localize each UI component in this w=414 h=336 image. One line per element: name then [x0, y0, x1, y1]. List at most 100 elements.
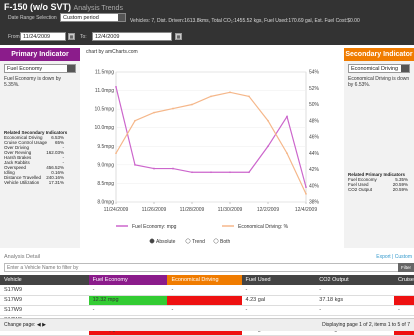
data-point — [191, 103, 193, 106]
view-trend-label: Trend — [192, 239, 205, 245]
data-point — [115, 152, 117, 155]
x-tick-label: 11/30/2009 — [218, 207, 243, 213]
column-header[interactable]: Fuel Used — [241, 275, 316, 285]
column-header[interactable]: Vehicle — [0, 275, 89, 285]
from-date-input[interactable]: 11/24/2009 — [20, 32, 66, 41]
primary-indicator-panel: Primary Indicator Fuel Economy Fuel Econ… — [0, 48, 80, 248]
y-right-tick-label: 54% — [309, 70, 320, 76]
data-point — [267, 145, 269, 148]
related-indicator-row: CO2 Output 20.59% — [348, 187, 408, 192]
secondary-indicator-panel: Secondary Indicator Economical Driving E… — [344, 48, 414, 248]
date-range-value: Custom period — [63, 15, 99, 21]
legend-label: Economical Driving: % — [238, 224, 289, 230]
table-row[interactable]: S17W9 12.32 mpg 4.23 gal 37.18 kgs — [0, 295, 414, 306]
data-point — [134, 163, 136, 166]
x-tick-label: 11/26/2009 — [142, 207, 167, 213]
data-point — [248, 95, 250, 98]
primary-indicator-select[interactable]: Fuel Economy — [4, 64, 76, 73]
date-range-label: Date Range Selection — [8, 15, 57, 21]
data-point — [172, 167, 174, 170]
export-custom-links[interactable]: Export | Custom — [376, 254, 412, 260]
data-point — [286, 152, 288, 155]
y-right-tick-label: 48% — [309, 118, 320, 124]
related-indicator-name: CO2 Output — [348, 187, 373, 192]
column-header[interactable]: CO2 Output — [315, 275, 395, 285]
table-cell: - — [88, 285, 168, 296]
table-cell: 12.32 mpg — [88, 295, 168, 306]
calendar-icon[interactable]: ▦ — [68, 33, 75, 40]
prev-page-button[interactable]: ◀ — [37, 322, 41, 328]
y-right-tick-label: 38% — [309, 200, 320, 206]
related-indicator-name: Vehicle Utilization — [4, 180, 40, 185]
to-date-input[interactable]: 12/4/2009 — [92, 32, 172, 41]
primary-indicator-value: Fuel Economy — [7, 66, 43, 72]
chart-credit: chart by amCharts.com — [86, 49, 138, 55]
data-point — [286, 115, 288, 118]
y-right-tick-label: 42% — [309, 167, 320, 173]
view-absolute-radio[interactable] — [149, 238, 155, 244]
y-right-tick-label: 46% — [309, 135, 320, 141]
y-left-tick-label: 8.0mpg — [97, 200, 114, 206]
table-header-row: Vehicle Fuel Economy Economical Driving Fue… — [0, 275, 414, 285]
table-cell: - — [88, 305, 168, 316]
filter-button[interactable]: Filter — [398, 263, 414, 272]
secondary-indicator-select[interactable]: Economical Driving — [348, 64, 410, 73]
table-cell — [167, 295, 242, 306]
view-both-label: Both — [220, 239, 231, 245]
y-left-tick-label: 9.0mpg — [97, 162, 114, 168]
related-secondary-list: Related Secondary Indicators Economical … — [4, 130, 67, 185]
secondary-indicator-header: Secondary Indicator — [344, 48, 414, 61]
table-cell: - — [167, 305, 242, 316]
table-cell: S17W9 — [0, 285, 89, 296]
column-header[interactable]: Cruise — [394, 275, 414, 285]
y-left-tick-label: 10.5mpg — [95, 107, 115, 113]
table-cell — [394, 295, 414, 306]
data-point — [210, 95, 212, 98]
data-point — [153, 111, 155, 114]
x-tick-label: 11/28/2009 — [180, 207, 205, 213]
table-cell: 4.23 gal — [241, 295, 316, 306]
table-cell: - — [315, 285, 395, 296]
trend-chart: chart by amCharts.com 11.5mpg 11.0mpg 10.5… — [82, 48, 342, 248]
table-cell: - — [394, 305, 414, 316]
pager-label: Change page: — [4, 322, 36, 328]
related-primary-list: Related Primary Indicators Fuel Economy 5… — [348, 172, 408, 192]
column-header[interactable]: Economical Driving — [167, 275, 242, 285]
summary-stats: Vehicles: 7, Dist. Driven:1613.8kms, Tot… — [130, 18, 360, 24]
chevron-down-icon — [401, 65, 409, 72]
table-row[interactable]: S17W9- - - - — [0, 285, 414, 296]
next-page-button[interactable]: ▶ — [42, 322, 46, 328]
table-cell: S17W9 — [0, 295, 89, 306]
related-indicator-row: Vehicle Utilization 17.31% — [4, 180, 64, 185]
primary-indicator-note: Fuel Economy is down by 5.35%. — [4, 76, 61, 88]
table-cell: - — [241, 305, 316, 316]
table-row[interactable]: S17W9----- — [0, 305, 414, 316]
analysis-detail-title: Analysis Detail — [4, 254, 41, 260]
y-left-tick-label: 9.5mpg — [97, 144, 114, 150]
y-left-tick-label: 11.0mpg — [95, 88, 114, 94]
date-range-select[interactable]: Custom period — [60, 13, 126, 22]
series-line-economical-driving — [115, 91, 307, 195]
trend-chart-svg: 11.5mpg 11.0mpg 10.5mpg 10.0mpg 9.5mpg 9.0mpg… — [95, 70, 320, 245]
column-header[interactable]: Fuel Economy — [88, 275, 168, 285]
y-right-tick-label: 40% — [309, 183, 320, 189]
data-point — [172, 107, 174, 110]
data-point — [115, 85, 117, 88]
data-point — [305, 186, 307, 189]
secondary-indicator-note: Economical Driving is down by 6.53%. — [348, 76, 410, 88]
view-both-radio[interactable] — [213, 238, 219, 244]
data-point — [134, 119, 136, 122]
calendar-icon[interactable]: ▦ — [175, 33, 182, 40]
header-bar: F-150 (w/o SVT) Analysis Trends Date Ran… — [0, 0, 414, 45]
data-point — [153, 167, 155, 170]
table-cell: - — [315, 305, 395, 316]
view-trend-radio[interactable] — [185, 238, 191, 244]
related-indicator-value: 162.03% — [46, 150, 64, 155]
x-tick-label: 12/2/2009 — [257, 207, 279, 213]
related-indicator-value: 17.31% — [48, 180, 64, 185]
vehicle-filter-input[interactable] — [4, 263, 399, 272]
data-point — [210, 171, 212, 174]
y-left-tick-label: 8.5mpg — [97, 181, 114, 187]
view-absolute-label: Absolute — [156, 239, 176, 245]
table-cell: - — [241, 285, 316, 296]
